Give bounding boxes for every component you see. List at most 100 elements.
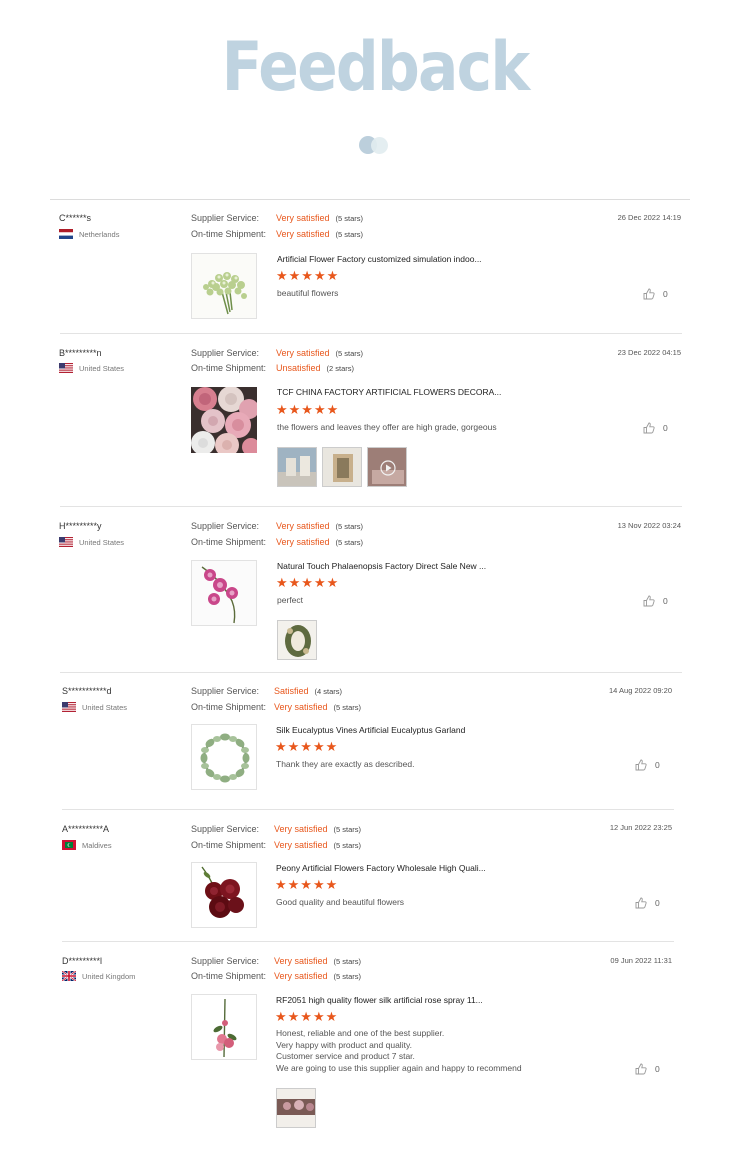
country-label: Netherlands (79, 229, 120, 239)
like-count: 0 (663, 289, 668, 299)
star-rating: ★★★★★ (276, 268, 340, 283)
reviewer-country: United States (59, 537, 124, 547)
shipment-value: Very satisfied (5 stars) (274, 702, 362, 712)
us-flag-icon (59, 363, 73, 373)
reviewer-name: S***********d (62, 686, 112, 696)
supplier-service-value: Very satisfied (5 stars) (274, 956, 362, 966)
review-date: 12 Jun 2022 23:25 (609, 823, 672, 832)
comment-line: Customer service and product 7 star. (276, 1051, 415, 1061)
star-rating: ★★★★★ (276, 402, 340, 417)
review-item: A**********A Maldives Supplier Service: … (0, 810, 750, 942)
page-title: Feedback (221, 28, 531, 107)
like-count: 0 (655, 1064, 660, 1074)
review-item: S***********d United States Supplier Ser… (0, 672, 750, 810)
like-button[interactable]: 0 (643, 595, 668, 607)
eucalyptus-garland-image[interactable] (191, 724, 257, 790)
thumbs-up-icon (635, 759, 647, 771)
country-label: United States (82, 702, 128, 712)
reviewer-name: C******s (59, 213, 92, 223)
product-title[interactable]: RF2051 high quality flower silk artifici… (276, 995, 483, 1005)
supplier-service-value: Very satisfied (5 stars) (276, 348, 364, 358)
shipment-label: On-time Shipment: (191, 840, 267, 850)
supplier-service-value: Very satisfied (5 stars) (274, 824, 362, 834)
supplier-service-label: Supplier Service: (191, 686, 260, 696)
like-count: 0 (655, 760, 660, 770)
reviewer-name: B*********n (59, 348, 102, 358)
country-label: United States (79, 363, 125, 373)
reviewer-name: A**********A (62, 824, 110, 834)
like-count: 0 (655, 898, 660, 908)
reviewer-country: United States (62, 702, 127, 712)
product-title[interactable]: Artificial Flower Factory customized sim… (277, 254, 482, 264)
supplier-service-label: Supplier Service: (191, 521, 260, 531)
reviewer-country: United States (59, 363, 124, 373)
shipment-value: Very satisfied (5 stars) (276, 229, 364, 239)
country-label: United States (79, 537, 125, 547)
review-comment: perfect (277, 595, 303, 605)
thumbs-up-icon (643, 595, 655, 607)
product-title[interactable]: TCF CHINA FACTORY ARTIFICIAL FLOWERS DEC… (277, 387, 501, 397)
review-comment: the flowers and leaves they offer are hi… (277, 422, 497, 432)
thumbs-up-icon (635, 897, 647, 909)
review-date: 13 Nov 2022 03:24 (617, 521, 681, 530)
shipment-label: On-time Shipment: (191, 702, 267, 712)
comment-line: Very happy with product and quality. (276, 1039, 412, 1050)
supplier-service-value: Very satisfied (5 stars) (276, 213, 364, 223)
like-button[interactable]: 0 (635, 1063, 660, 1075)
review-date: 23 Dec 2022 04:15 (617, 348, 681, 357)
country-label: Maldives (82, 840, 112, 850)
reviewer-country: Maldives (62, 840, 112, 850)
review-photo[interactable] (277, 620, 317, 660)
like-count: 0 (663, 423, 668, 433)
product-title[interactable]: Peony Artificial Flowers Factory Wholesa… (276, 863, 486, 873)
country-label: United Kingdom (82, 971, 136, 981)
shipment-value: Unsatisfied (2 stars) (276, 363, 355, 373)
shipment-label: On-time Shipment: (191, 229, 267, 239)
netherlands-flag-icon (59, 229, 73, 239)
like-count: 0 (663, 596, 668, 606)
orchid-image[interactable] (191, 560, 257, 626)
rose-spray-image[interactable] (191, 994, 257, 1060)
review-photo[interactable] (276, 1088, 316, 1128)
review-item: B*********n United States Supplier Servi… (0, 334, 750, 507)
like-button[interactable]: 0 (635, 897, 660, 909)
review-photo[interactable] (277, 447, 317, 487)
reviewer-country: Netherlands (59, 229, 119, 239)
shipment-label: On-time Shipment: (191, 363, 267, 373)
supplier-service-value: Very satisfied (5 stars) (276, 521, 364, 531)
review-date: 14 Aug 2022 09:20 (609, 686, 672, 695)
reviewer-name: D*********l (62, 956, 103, 966)
thumbs-up-icon (643, 288, 655, 300)
shipment-value: Very satisfied (5 stars) (276, 537, 364, 547)
shipment-value: Very satisfied (5 stars) (274, 840, 362, 850)
review-date: 09 Jun 2022 11:31 (610, 956, 672, 965)
star-rating: ★★★★★ (276, 575, 340, 590)
product-title[interactable]: Silk Eucalyptus Vines Artificial Eucalyp… (276, 725, 465, 735)
review-date: 26 Dec 2022 14:19 (617, 213, 681, 222)
review-photo[interactable] (322, 447, 362, 487)
product-title[interactable]: Natural Touch Phalaenopsis Factory Direc… (277, 561, 486, 571)
us-flag-icon (59, 537, 73, 547)
supplier-service-label: Supplier Service: (191, 956, 260, 966)
baby-breath-flower-image[interactable] (191, 253, 257, 319)
review-video[interactable] (367, 447, 407, 487)
shipment-value: Very satisfied (5 stars) (274, 971, 362, 981)
reviewer-country: United Kingdom (62, 971, 135, 981)
red-peony-image[interactable] (191, 862, 257, 928)
shipment-label: On-time Shipment: (191, 537, 267, 547)
like-button[interactable]: 0 (643, 422, 668, 434)
comment-line: Honest, reliable and one of the best sup… (276, 1028, 445, 1038)
carousel-dot[interactable] (371, 137, 388, 154)
supplier-service-value: Satisfied (4 stars) (274, 686, 343, 696)
pink-roses-image[interactable] (191, 387, 257, 453)
comment-line: We are going to use this supplier again … (276, 1062, 522, 1073)
like-button[interactable]: 0 (643, 288, 668, 300)
like-button[interactable]: 0 (635, 759, 660, 771)
review-item: H*********y United States Supplier Servi… (0, 507, 750, 673)
review-comment: beautiful flowers (277, 288, 339, 298)
thumbs-up-icon (643, 422, 655, 434)
maldives-flag-icon (62, 840, 76, 850)
star-rating: ★★★★★ (275, 739, 339, 754)
review-comment: Good quality and beautiful flowers (276, 897, 405, 907)
review-comment: Thank they are exactly as described. (276, 759, 415, 769)
